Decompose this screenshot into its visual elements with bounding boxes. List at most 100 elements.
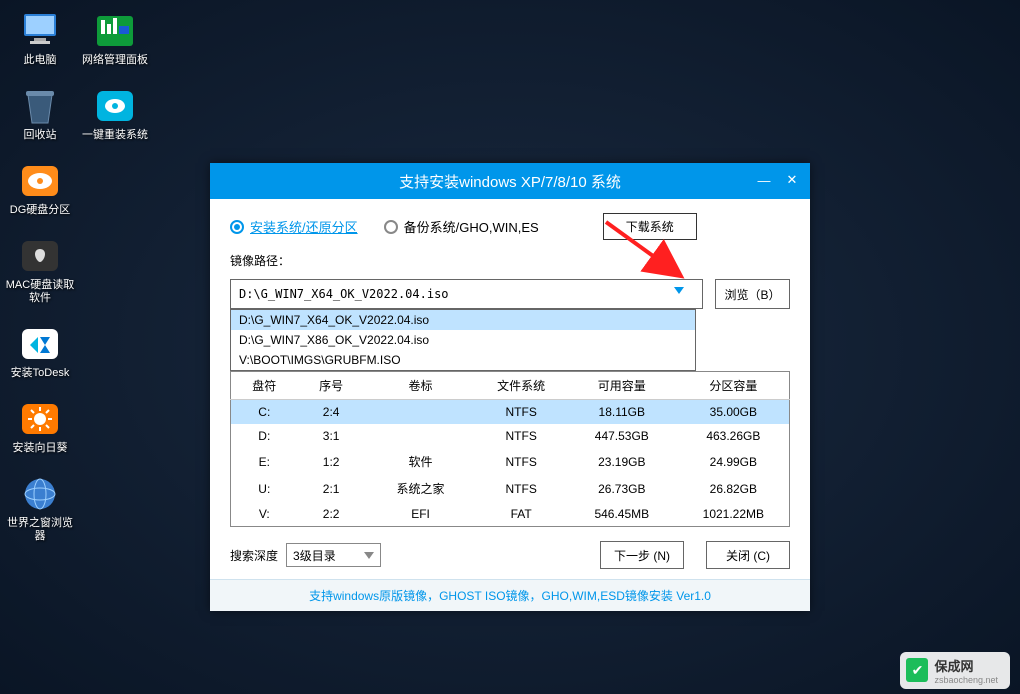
- mac-icon: [16, 235, 64, 277]
- table-cell: 18.11GB: [566, 400, 678, 425]
- table-cell: 1:2: [298, 448, 365, 475]
- desktop-icons-col1: 此电脑 回收站 DG硬盘分区 MAC硬盘读取软件 安装ToDesk 安装向日葵 …: [5, 10, 75, 561]
- table-cell: [365, 400, 477, 425]
- th-fs: 文件系统: [476, 372, 565, 400]
- image-path-label: 镜像路径：: [230, 252, 790, 269]
- bin-icon: [16, 85, 64, 127]
- radio-install[interactable]: 安装系统/还原分区: [230, 217, 358, 236]
- desktop-icon-label: 安装向日葵: [13, 442, 68, 455]
- table-cell: 1021.22MB: [678, 502, 790, 527]
- reinstall-icon: [91, 85, 139, 127]
- dropdown-item[interactable]: V:\BOOT\IMGS\GRUBFM.ISO: [231, 350, 695, 370]
- desktop-icon-dg[interactable]: DG硬盘分区: [5, 160, 75, 217]
- table-cell: 软件: [365, 448, 477, 475]
- desktop-icon-label: 此电脑: [24, 54, 57, 67]
- desktop-icon-reinstall[interactable]: 一键重装系统: [80, 85, 150, 142]
- depth-value: 3级目录: [293, 547, 336, 564]
- desktop-icon-label: MAC硬盘读取软件: [5, 279, 75, 305]
- footer-text: 支持windows原版镜像，GHOST ISO镜像，GHO,WIM,ESD镜像安…: [210, 579, 810, 611]
- radio-icon: [384, 220, 398, 234]
- image-path-input[interactable]: [230, 279, 703, 309]
- table-cell: NTFS: [476, 424, 565, 448]
- depth-select[interactable]: 3级目录: [286, 543, 381, 567]
- desktop-icon-label: DG硬盘分区: [10, 204, 71, 217]
- browse-button[interactable]: 浏览（B）: [715, 279, 790, 309]
- chevron-down-icon: [364, 552, 374, 559]
- desktop-icon-mac[interactable]: MAC硬盘读取软件: [5, 235, 75, 305]
- desktop-icon-label: 一键重装系统: [82, 129, 148, 142]
- shield-icon: ✔: [906, 658, 928, 682]
- desktop-icon-netpanel[interactable]: 网络管理面板: [80, 10, 150, 67]
- window-body: 安装系统/还原分区 备份系统/GHO,WIN,ES 下载系统 镜像路径： 浏览（…: [210, 199, 810, 579]
- table-row[interactable]: D:3:1 NTFS447.53GB463.26GB: [231, 424, 790, 448]
- table-cell: 26.73GB: [566, 475, 678, 502]
- mode-row: 安装系统/还原分区 备份系统/GHO,WIN,ES 下载系统: [230, 213, 790, 240]
- desktop-icon-globe[interactable]: 世界之窗浏览器: [5, 473, 75, 543]
- table-cell: V:: [231, 502, 298, 527]
- table-cell: 26.82GB: [678, 475, 790, 502]
- watermark: ✔ 保成网 zsbaocheng.net: [900, 652, 1010, 689]
- minimize-button[interactable]: —: [752, 169, 776, 191]
- image-path-dropdown: D:\G_WIN7_X64_OK_V2022.04.iso D:\G_WIN7_…: [230, 309, 696, 371]
- dropdown-item[interactable]: D:\G_WIN7_X64_OK_V2022.04.iso: [231, 310, 695, 330]
- close-dialog-button[interactable]: 关闭 (C): [706, 541, 790, 569]
- table-cell: 2:4: [298, 400, 365, 425]
- table-cell: 546.45MB: [566, 502, 678, 527]
- desktop-icon-pc[interactable]: 此电脑: [5, 10, 75, 67]
- watermark-main: 保成网: [934, 656, 973, 675]
- table-cell: 447.53GB: [566, 424, 678, 448]
- desktop-icon-bin[interactable]: 回收站: [5, 85, 75, 142]
- table-cell: 24.99GB: [678, 448, 790, 475]
- radio-label: 安装系统/还原分区: [250, 217, 358, 236]
- radio-label: 备份系统/GHO,WIN,ES: [404, 217, 539, 236]
- desktop-icon-sunflower[interactable]: 安装向日葵: [5, 398, 75, 455]
- table-cell: 463.26GB: [678, 424, 790, 448]
- desktop-icon-label: 安装ToDesk: [11, 367, 70, 380]
- table-cell: 23.19GB: [566, 448, 678, 475]
- installer-window: 支持安装windows XP/7/8/10 系统 — ✕ 安装系统/还原分区 备…: [210, 163, 810, 611]
- watermark-sub: zsbaocheng.net: [934, 675, 998, 685]
- netpanel-icon: [91, 10, 139, 52]
- table-cell: 2:1: [298, 475, 365, 502]
- close-button[interactable]: ✕: [780, 169, 804, 191]
- table-header-row: 盘符 序号 卷标 文件系统 可用容量 分区容量: [231, 372, 790, 400]
- table-row[interactable]: C:2:4 NTFS18.11GB35.00GB: [231, 400, 790, 425]
- table-cell: C:: [231, 400, 298, 425]
- radio-icon: [230, 220, 244, 234]
- dropdown-caret-icon[interactable]: [674, 287, 684, 294]
- th-label: 卷标: [365, 372, 477, 400]
- desktop-icon-label: 网络管理面板: [82, 54, 148, 67]
- pc-icon: [16, 10, 64, 52]
- th-drive: 盘符: [231, 372, 298, 400]
- desktop-icon-label: 世界之窗浏览器: [5, 517, 75, 543]
- depth-label: 搜索深度: [230, 547, 278, 564]
- window-title: 支持安装windows XP/7/8/10 系统: [399, 171, 621, 192]
- table-cell: NTFS: [476, 475, 565, 502]
- titlebar[interactable]: 支持安装windows XP/7/8/10 系统 — ✕: [210, 163, 810, 199]
- th-idx: 序号: [298, 372, 365, 400]
- table-row[interactable]: E:1:2软件NTFS23.19GB24.99GB: [231, 448, 790, 475]
- table-cell: 系统之家: [365, 475, 477, 502]
- todesk-icon: [16, 323, 64, 365]
- table-cell: [365, 424, 477, 448]
- desktop-icon-label: 回收站: [24, 129, 57, 142]
- desktop-icons-col2: 网络管理面板 一键重装系统: [80, 10, 150, 160]
- partition-table: 盘符 序号 卷标 文件系统 可用容量 分区容量 C:2:4NTFS18.11GB…: [230, 371, 790, 527]
- bottom-controls: 搜索深度 3级目录 下一步 (N) 关闭 (C): [230, 541, 790, 569]
- download-system-button[interactable]: 下载系统: [603, 213, 697, 240]
- table-cell: 3:1: [298, 424, 365, 448]
- image-path-row: 浏览（B） D:\G_WIN7_X64_OK_V2022.04.iso D:\G…: [230, 279, 790, 309]
- table-cell: E:: [231, 448, 298, 475]
- th-free: 可用容量: [566, 372, 678, 400]
- sunflower-icon: [16, 398, 64, 440]
- radio-backup[interactable]: 备份系统/GHO,WIN,ES: [384, 217, 539, 236]
- dg-icon: [16, 160, 64, 202]
- desktop-icon-todesk[interactable]: 安装ToDesk: [5, 323, 75, 380]
- table-cell: NTFS: [476, 400, 565, 425]
- table-cell: D:: [231, 424, 298, 448]
- table-row[interactable]: V:2:2EFIFAT546.45MB1021.22MB: [231, 502, 790, 527]
- dropdown-item[interactable]: D:\G_WIN7_X86_OK_V2022.04.iso: [231, 330, 695, 350]
- next-button[interactable]: 下一步 (N): [600, 541, 684, 569]
- table-row[interactable]: U:2:1系统之家NTFS26.73GB26.82GB: [231, 475, 790, 502]
- table-cell: 35.00GB: [678, 400, 790, 425]
